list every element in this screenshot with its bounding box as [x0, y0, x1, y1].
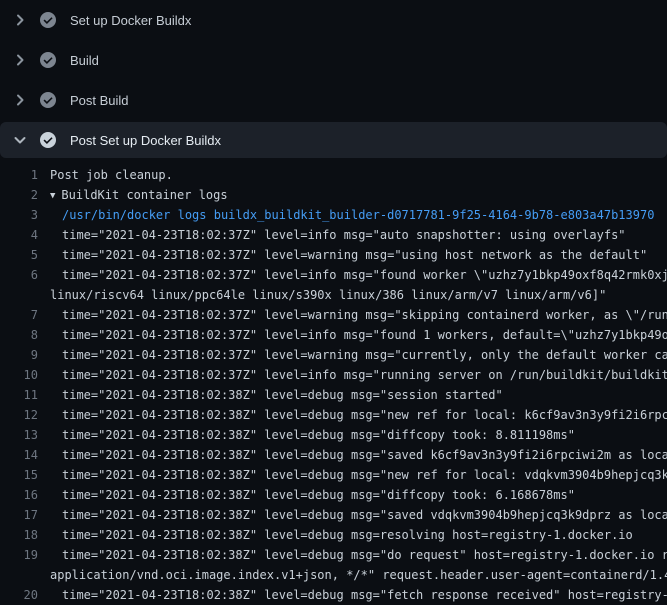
log-line-text: time="2021-04-23T18:02:37Z" level=warnin…: [38, 345, 667, 365]
log-line-text: time="2021-04-23T18:02:38Z" level=debug …: [38, 425, 575, 445]
chevron-right-icon: [12, 12, 28, 28]
log-line-number[interactable]: 18: [0, 525, 38, 545]
log-line: 2▼BuildKit container logs: [0, 185, 667, 205]
log-line: 13time="2021-04-23T18:02:38Z" level=debu…: [0, 425, 667, 445]
log-line-number: [0, 285, 38, 305]
log-line-text: time="2021-04-23T18:02:37Z" level=info m…: [38, 365, 667, 385]
log-line: 11time="2021-04-23T18:02:38Z" level=debu…: [0, 385, 667, 405]
log-line-text: ▼BuildKit container logs: [38, 185, 228, 205]
step-label: Build: [70, 53, 99, 68]
log-line-number[interactable]: 1: [0, 165, 38, 185]
log-line-text: time="2021-04-23T18:02:38Z" level=debug …: [38, 505, 667, 525]
log-line-number[interactable]: 10: [0, 365, 38, 385]
log-line-number[interactable]: 12: [0, 405, 38, 425]
step-build[interactable]: Build: [0, 40, 667, 80]
check-circle-icon: [40, 92, 56, 108]
log-line: 5time="2021-04-23T18:02:37Z" level=warni…: [0, 245, 667, 265]
log-line-text: time="2021-04-23T18:02:37Z" level=info m…: [38, 225, 626, 245]
step-label: Set up Docker Buildx: [70, 13, 191, 28]
log-line-number[interactable]: 13: [0, 425, 38, 445]
log-line-text: time="2021-04-23T18:02:38Z" level=debug …: [38, 585, 667, 605]
log-line: 6time="2021-04-23T18:02:37Z" level=info …: [0, 265, 667, 285]
log-line-number[interactable]: 15: [0, 465, 38, 485]
log-line-number[interactable]: 6: [0, 265, 38, 285]
workflow-log-viewer: Set up Docker Buildx Build Post Build Post …: [0, 0, 667, 605]
log-line: 12time="2021-04-23T18:02:38Z" level=debu…: [0, 405, 667, 425]
log-line-text: time="2021-04-23T18:02:38Z" level=debug …: [38, 445, 667, 465]
log-line-number[interactable]: 19: [0, 545, 38, 565]
log-line: linux/riscv64 linux/ppc64le linux/s390x …: [0, 285, 667, 305]
log-line: 8time="2021-04-23T18:02:37Z" level=info …: [0, 325, 667, 345]
check-circle-icon: [40, 52, 56, 68]
log-line: 20time="2021-04-23T18:02:38Z" level=debu…: [0, 585, 667, 605]
check-circle-icon: [40, 132, 56, 148]
log-line: 4time="2021-04-23T18:02:37Z" level=info …: [0, 225, 667, 245]
log-line-number[interactable]: 9: [0, 345, 38, 365]
log-line: 10time="2021-04-23T18:02:37Z" level=info…: [0, 365, 667, 385]
log-line: 9time="2021-04-23T18:02:37Z" level=warni…: [0, 345, 667, 365]
log-command-text: /usr/bin/docker logs buildx_buildkit_bui…: [38, 205, 654, 225]
log-line: 7time="2021-04-23T18:02:37Z" level=warni…: [0, 305, 667, 325]
log-line-text: time="2021-04-23T18:02:38Z" level=debug …: [38, 485, 575, 505]
log-line-number[interactable]: 8: [0, 325, 38, 345]
log-line-text: time="2021-04-23T18:02:38Z" level=debug …: [38, 385, 503, 405]
step-label: Post Build: [70, 93, 129, 108]
log-line-number[interactable]: 2: [0, 185, 38, 205]
log-line-number[interactable]: 16: [0, 485, 38, 505]
log-line-number[interactable]: 17: [0, 505, 38, 525]
log-line-text: Post job cleanup.: [38, 165, 173, 185]
log-line-number[interactable]: 20: [0, 585, 38, 605]
log-line-text: time="2021-04-23T18:02:38Z" level=debug …: [38, 545, 667, 565]
log-line-text: linux/riscv64 linux/ppc64le linux/s390x …: [38, 285, 606, 305]
log-line: 15time="2021-04-23T18:02:38Z" level=debu…: [0, 465, 667, 485]
chevron-right-icon: [12, 92, 28, 108]
chevron-right-icon: [12, 52, 28, 68]
log-line: 1Post job cleanup.: [0, 165, 667, 185]
log-line-text: time="2021-04-23T18:02:37Z" level=info m…: [38, 265, 667, 285]
log-line-text: time="2021-04-23T18:02:38Z" level=debug …: [38, 465, 667, 485]
log-line-text: time="2021-04-23T18:02:38Z" level=debug …: [38, 525, 633, 545]
log-line: 19time="2021-04-23T18:02:38Z" level=debu…: [0, 545, 667, 565]
log-line-number: [0, 565, 38, 585]
log-output: 1Post job cleanup.2▼BuildKit container l…: [0, 160, 667, 605]
log-line-number[interactable]: 3: [0, 205, 38, 225]
log-line: 3/usr/bin/docker logs buildx_buildkit_bu…: [0, 205, 667, 225]
log-line-number[interactable]: 11: [0, 385, 38, 405]
check-circle-icon: [40, 12, 56, 28]
log-line: 18time="2021-04-23T18:02:38Z" level=debu…: [0, 525, 667, 545]
group-expander-icon[interactable]: ▼: [50, 186, 55, 206]
log-line-number[interactable]: 7: [0, 305, 38, 325]
log-line-text: time="2021-04-23T18:02:37Z" level=warnin…: [38, 245, 647, 265]
log-line-text: time="2021-04-23T18:02:37Z" level=warnin…: [38, 305, 667, 325]
step-post-set-up-docker-buildx[interactable]: Post Set up Docker Buildx: [0, 122, 667, 158]
log-line: 16time="2021-04-23T18:02:38Z" level=debu…: [0, 485, 667, 505]
step-post-build[interactable]: Post Build: [0, 80, 667, 120]
chevron-down-icon: [12, 132, 28, 148]
log-line-text: time="2021-04-23T18:02:37Z" level=info m…: [38, 325, 667, 345]
step-set-up-docker-buildx[interactable]: Set up Docker Buildx: [0, 0, 667, 40]
steps-list: Set up Docker Buildx Build Post Build Post …: [0, 0, 667, 158]
step-label: Post Set up Docker Buildx: [70, 133, 221, 148]
log-line-number[interactable]: 4: [0, 225, 38, 245]
log-line-number[interactable]: 5: [0, 245, 38, 265]
log-line: 17time="2021-04-23T18:02:38Z" level=debu…: [0, 505, 667, 525]
log-line: 14time="2021-04-23T18:02:38Z" level=debu…: [0, 445, 667, 465]
log-line-number[interactable]: 14: [0, 445, 38, 465]
log-line-text: time="2021-04-23T18:02:38Z" level=debug …: [38, 405, 667, 425]
log-line: application/vnd.oci.image.index.v1+json,…: [0, 565, 667, 585]
log-line-text: application/vnd.oci.image.index.v1+json,…: [38, 565, 667, 585]
